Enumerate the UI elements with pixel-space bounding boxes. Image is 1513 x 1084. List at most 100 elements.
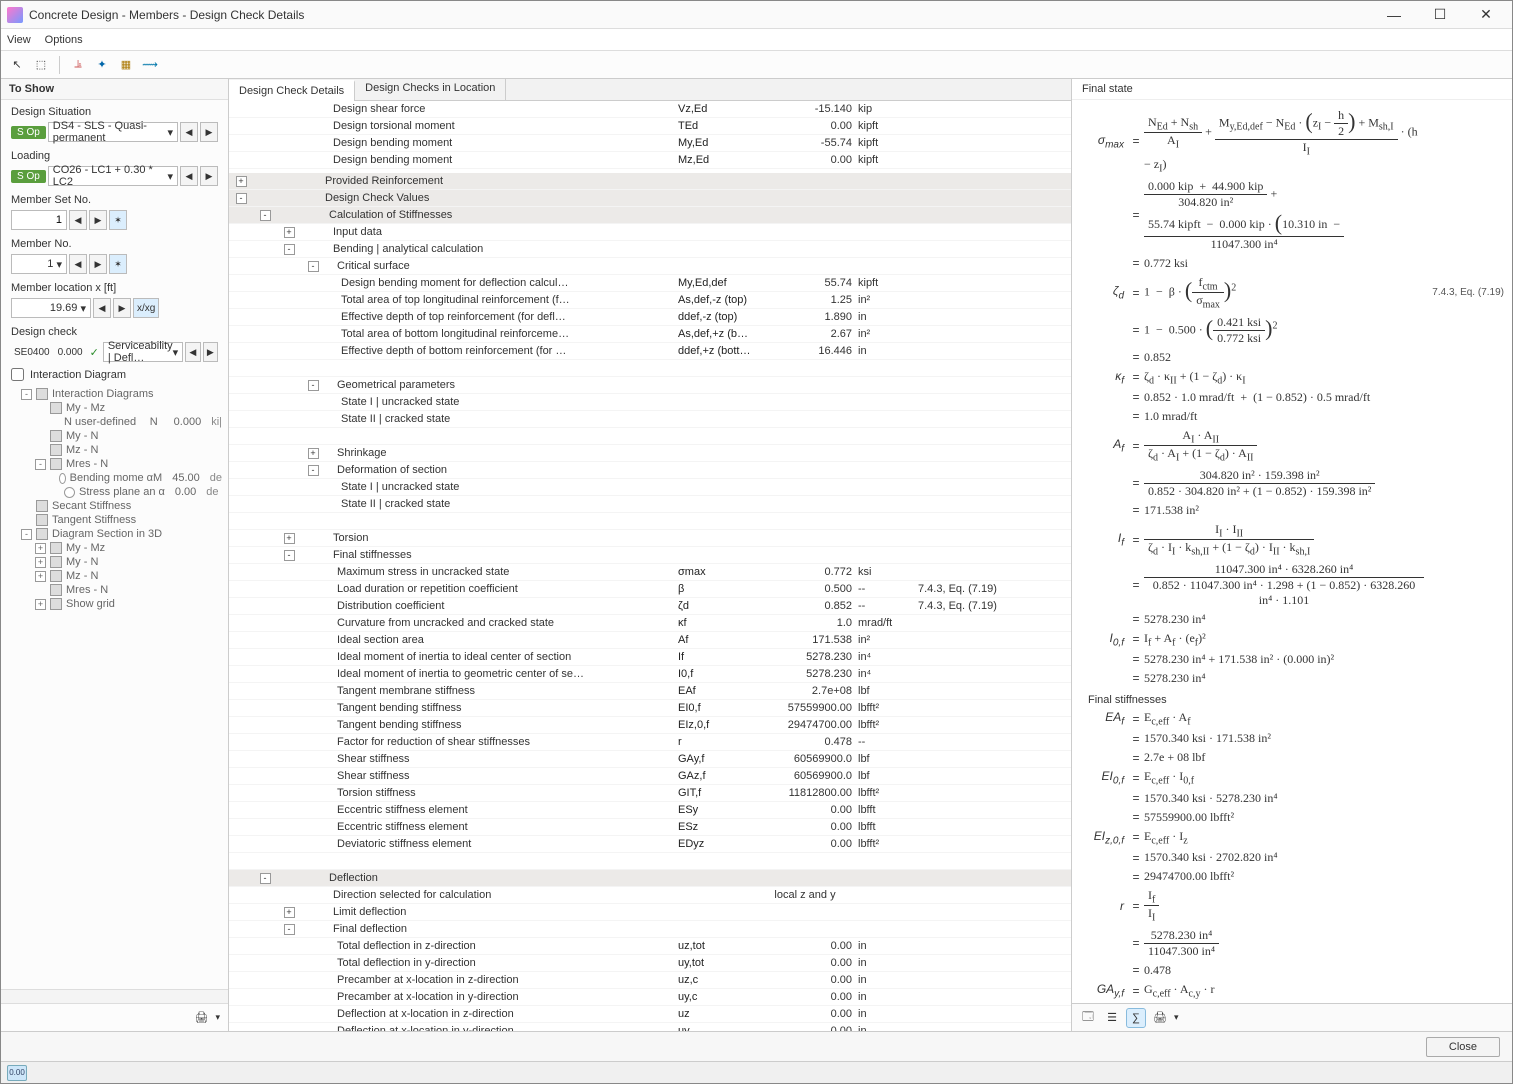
tree-checkbox[interactable]: [36, 500, 48, 512]
grid-row[interactable]: Total area of bottom longitudinal reinfo…: [229, 326, 1071, 343]
list-icon[interactable]: ☰: [1102, 1008, 1122, 1028]
chevron-down-icon[interactable]: ▾: [1174, 1012, 1179, 1023]
select-icon[interactable]: ⬚: [31, 55, 51, 75]
axes-icon[interactable]: ✦: [92, 55, 112, 75]
tree-item[interactable]: +My - Mz: [7, 541, 222, 555]
tree-item[interactable]: My - Mz: [7, 401, 222, 415]
tree-item[interactable]: Tangent Stiffness: [7, 513, 222, 527]
tab-design-check-details[interactable]: Design Check Details: [229, 80, 355, 101]
row-expander[interactable]: +: [236, 176, 247, 187]
next-button[interactable]: ▶: [113, 298, 131, 318]
row-expander[interactable]: -: [308, 261, 319, 272]
prev-button[interactable]: ◀: [69, 254, 87, 274]
tree-item[interactable]: -Interaction Diagrams: [7, 387, 222, 401]
next-button[interactable]: ▶: [89, 210, 107, 230]
tree-expander[interactable]: +: [35, 571, 46, 582]
prev-button[interactable]: ◀: [69, 210, 87, 230]
tree-checkbox[interactable]: [50, 570, 62, 582]
row-expander[interactable]: +: [308, 448, 319, 459]
grid-row[interactable]: -Deformation of section: [229, 462, 1071, 479]
formula-icon[interactable]: ∑: [1126, 1008, 1146, 1028]
grid-row[interactable]: Load duration or repetition coefficientβ…: [229, 581, 1071, 598]
maximize-button[interactable]: ☐: [1420, 4, 1460, 26]
grid-row[interactable]: Design bending momentMz,Ed0.00kipft: [229, 152, 1071, 169]
grid-row[interactable]: +Torsion: [229, 530, 1071, 547]
tree-expander[interactable]: +: [35, 557, 46, 568]
grid-row[interactable]: Shear stiffnessGAy,f60569900.0lbf: [229, 751, 1071, 768]
grid-row[interactable]: Deflection at x-location in z-directionu…: [229, 1006, 1071, 1023]
print-icon[interactable]: 🖨: [1150, 1008, 1170, 1028]
menu-options[interactable]: Options: [45, 34, 83, 46]
chevron-down-icon[interactable]: ▾: [215, 1012, 220, 1023]
tree-item[interactable]: Mres - N: [7, 583, 222, 597]
tree-expander[interactable]: +: [35, 599, 46, 610]
prev-button[interactable]: ◀: [180, 166, 198, 186]
tree-checkbox[interactable]: [50, 584, 62, 596]
design-check-combo[interactable]: Serviceability | Defl…▾: [103, 342, 183, 362]
grid-row[interactable]: -Geometrical parameters: [229, 377, 1071, 394]
options-tree[interactable]: -Interaction DiagramsMy - MzN user-defin…: [1, 385, 228, 989]
menu-view[interactable]: View: [7, 34, 31, 46]
grid-row[interactable]: Deflection at x-location in y-directionu…: [229, 1023, 1071, 1031]
grid-row[interactable]: Precamber at x-location in z-directionuz…: [229, 972, 1071, 989]
prev-button[interactable]: ◀: [180, 122, 198, 142]
grid-row[interactable]: Tangent bending stiffnessEI0,f57559900.0…: [229, 700, 1071, 717]
tree-checkbox[interactable]: [36, 388, 48, 400]
tree-checkbox[interactable]: [50, 598, 62, 610]
location-mode-button[interactable]: x/xg: [133, 298, 159, 318]
tree-item[interactable]: Stress plane an α0.00de: [7, 485, 222, 499]
grid-row[interactable]: Shear stiffnessGAz,f60569900.0lbf: [229, 768, 1071, 785]
grid-row[interactable]: State I | uncracked state: [229, 479, 1071, 496]
tree-checkbox[interactable]: [50, 444, 62, 456]
tree-item[interactable]: Secant Stiffness: [7, 499, 222, 513]
grid-row[interactable]: Eccentric stiffness elementESz0.00lbfft: [229, 819, 1071, 836]
pick-icon[interactable]: ✶: [109, 210, 127, 230]
design-situation-combo[interactable]: DS4 - SLS - Quasi-permanent▾: [48, 122, 178, 142]
details-grid[interactable]: Design shear forceVz,Ed-15.140kipDesign …: [229, 101, 1071, 1031]
grid-row[interactable]: +Input data: [229, 224, 1071, 241]
tab-design-checks-in-location[interactable]: Design Checks in Location: [355, 79, 506, 100]
tree-checkbox[interactable]: [36, 528, 48, 540]
minimize-button[interactable]: —: [1374, 4, 1414, 26]
row-expander[interactable]: -: [284, 244, 295, 255]
tree-expander[interactable]: -: [35, 459, 46, 470]
row-expander[interactable]: +: [284, 907, 295, 918]
tree-expander[interactable]: -: [21, 389, 32, 400]
member-no-combo[interactable]: 1 ▾: [11, 254, 67, 274]
next-button[interactable]: ▶: [200, 166, 218, 186]
grid-row[interactable]: Design bending momentMy,Ed-55.74kipft: [229, 135, 1071, 152]
tree-expander[interactable]: -: [21, 529, 32, 540]
grid-row[interactable]: Ideal section areaAf171.538in²: [229, 632, 1071, 649]
row-expander[interactable]: -: [284, 924, 295, 935]
tree-item[interactable]: -Diagram Section in 3D: [7, 527, 222, 541]
grid-row[interactable]: Curvature from uncracked and cracked sta…: [229, 615, 1071, 632]
grid-row[interactable]: Tangent bending stiffnessEIz,0,f29474700…: [229, 717, 1071, 734]
grid-row[interactable]: Ideal moment of inertia to ideal center …: [229, 649, 1071, 666]
tree-expander[interactable]: +: [35, 543, 46, 554]
grid-row[interactable]: -Final deflection: [229, 921, 1071, 938]
tree-checkbox[interactable]: [50, 402, 62, 414]
grid-row[interactable]: Design shear forceVz,Ed-15.140kip: [229, 101, 1071, 118]
grid-row[interactable]: Maximum stress in uncracked stateσmax0.7…: [229, 564, 1071, 581]
grid-row[interactable]: +Limit deflection: [229, 904, 1071, 921]
grid-row[interactable]: Design torsional momentTEd0.00kipft: [229, 118, 1071, 135]
grid-row[interactable]: -Final stiffnesses: [229, 547, 1071, 564]
tree-radio[interactable]: [59, 473, 66, 484]
horizontal-scrollbar[interactable]: [1, 989, 228, 1003]
grid-row[interactable]: -Calculation of Stiffnesses: [229, 207, 1071, 224]
beam-icon[interactable]: ⟿: [140, 55, 160, 75]
next-button[interactable]: ▶: [200, 122, 218, 142]
grid-row[interactable]: -Design Check Values: [229, 190, 1071, 207]
grid-row[interactable]: -Critical surface: [229, 258, 1071, 275]
chart-icon[interactable]: ⫡: [68, 55, 88, 75]
grid-row[interactable]: Torsion stiffnessGIT,f11812800.00lbfft²: [229, 785, 1071, 802]
close-button[interactable]: Close: [1426, 1037, 1500, 1057]
row-expander[interactable]: -: [260, 210, 271, 221]
grid-row[interactable]: -Deflection: [229, 870, 1071, 887]
view-icon[interactable]: 🗔: [1078, 1008, 1098, 1028]
tree-item[interactable]: My - N: [7, 429, 222, 443]
grid-row[interactable]: +Shrinkage: [229, 445, 1071, 462]
prev-button[interactable]: ◀: [93, 298, 111, 318]
tree-checkbox[interactable]: [50, 556, 62, 568]
tree-item[interactable]: +My - N: [7, 555, 222, 569]
